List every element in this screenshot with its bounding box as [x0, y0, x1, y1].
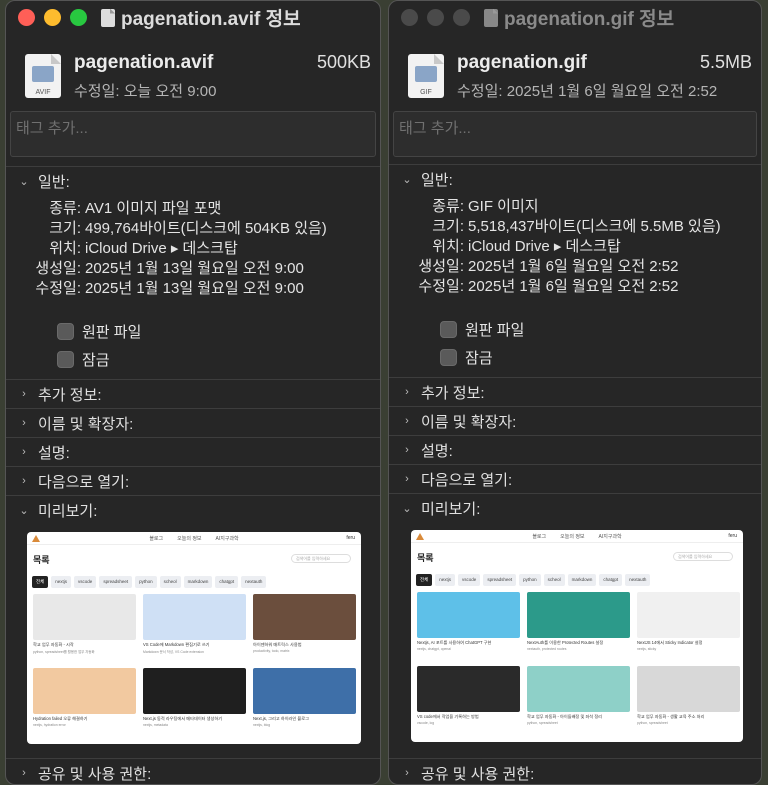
- stationery-checkbox[interactable]: [57, 322, 74, 340]
- tags-field[interactable]: 태그 추가...: [10, 111, 376, 157]
- preview-header[interactable]: ⌄ 미리보기:: [389, 494, 761, 522]
- general-section: ⌄ 일반: 종류: AV1 이미지 파일 포맷 크기: 499,764바이트(디스크…: [6, 166, 380, 379]
- locked-checkbox[interactable]: [57, 350, 74, 368]
- zoom-button[interactable]: [453, 9, 470, 26]
- file-name: pagenation.gif: [457, 52, 587, 73]
- info-modified: 수정일: 2025년 1월 13일 월요일 오전 9:00: [35, 280, 304, 297]
- site-logo: [416, 533, 424, 540]
- title-bar[interactable]: pagenation.gif 정보: [389, 1, 761, 34]
- minimize-button[interactable]: [427, 9, 444, 26]
- file-header: AVIF pagenation.avif 500KB 수정일: 오늘 오전 9:…: [6, 34, 380, 107]
- window-title: pagenation.gif 정보: [504, 9, 675, 30]
- general-section: ⌄ 일반: 종류: GIF 이미지 크기: 5,518,437바이트(디스크에 5.…: [389, 164, 761, 377]
- preview-card-thumbnail: [143, 668, 246, 714]
- general-header[interactable]: ⌄ 일반:: [6, 167, 380, 195]
- preview-card-thumbnail: [527, 592, 630, 638]
- open-with-section[interactable]: › 다음으로 열기:: [389, 464, 761, 493]
- chevron-down-icon: ⌄: [19, 504, 29, 517]
- locked-checkbox-row[interactable]: 잠금: [57, 345, 380, 373]
- chevron-right-icon: ›: [405, 386, 409, 398]
- locked-checkbox[interactable]: [440, 348, 457, 366]
- window-controls: [401, 9, 470, 26]
- file-name: pagenation.avif: [74, 52, 214, 73]
- info-kind: 종류: AV1 이미지 파일 포맷: [49, 200, 222, 217]
- chevron-right-icon: ›: [22, 388, 26, 400]
- chevron-right-icon: ›: [22, 475, 26, 487]
- chevron-down-icon: ⌄: [402, 502, 412, 515]
- preview-card-thumbnail: [417, 666, 520, 712]
- locked-checkbox-row[interactable]: 잠금: [440, 343, 761, 371]
- general-header[interactable]: ⌄ 일반:: [389, 165, 761, 193]
- preview-card-grid: 학교 업무 자동화 - 시작 python, spreadsheet를 활용한 업…: [33, 594, 361, 736]
- file-icon: AVIF: [25, 54, 61, 98]
- preview-image: 블로그 오늘의 정보 AI지구과학 feru 목록 검색어를 입력하세요 전체 nex…: [27, 532, 361, 744]
- window-controls: [18, 9, 87, 26]
- more-info-section[interactable]: › 추가 정보:: [6, 379, 380, 408]
- window-title: pagenation.avif 정보: [121, 9, 301, 30]
- zoom-button[interactable]: [70, 9, 87, 26]
- file-header: GIF pagenation.gif 5.5MB 수정일: 2025년 1월 6…: [389, 34, 761, 107]
- document-icon: [484, 8, 498, 27]
- minimize-button[interactable]: [44, 9, 61, 26]
- chevron-right-icon: ›: [22, 417, 26, 429]
- chevron-right-icon: ›: [22, 446, 26, 458]
- preview-card-thumbnail: [33, 668, 136, 714]
- preview-section: ⌄ 미리보기: 블로그 오늘의 정보 AI지구과학 feru 목록 검색어를 입력하…: [6, 495, 380, 744]
- preview-card-thumbnail: [637, 666, 740, 712]
- preview-card-thumbnail: [33, 594, 136, 640]
- chevron-down-icon: ⌄: [19, 175, 29, 188]
- site-logo: [32, 535, 40, 542]
- info-where: 위치: iCloud Drive ▸ 데스크탑: [432, 238, 621, 255]
- preview-card-thumbnail: [527, 666, 630, 712]
- preview-card-thumbnail: [637, 592, 740, 638]
- info-modified: 수정일: 2025년 1월 6일 월요일 오전 2:52: [418, 278, 679, 295]
- title-bar[interactable]: pagenation.avif 정보: [6, 1, 380, 34]
- info-window-avif: pagenation.avif 정보 AVIF pagenation.avif …: [5, 0, 381, 785]
- file-size: 500KB: [316, 52, 371, 72]
- info-window-gif: pagenation.gif 정보 GIF pagenation.gif 5.5…: [388, 0, 762, 785]
- chevron-right-icon: ›: [22, 767, 26, 779]
- chevron-right-icon: ›: [405, 415, 409, 427]
- info-size: 크기: 499,764바이트(디스크에 504KB 있음): [49, 220, 327, 237]
- info-created: 생성일: 2025년 1월 6일 월요일 오전 2:52: [418, 258, 679, 275]
- info-created: 생성일: 2025년 1월 13일 월요일 오전 9:00: [35, 260, 304, 277]
- info-size: 크기: 5,518,437바이트(디스크에 5.5MB 있음): [432, 218, 721, 235]
- preview-card-thumbnail: [143, 594, 246, 640]
- sharing-section[interactable]: › 공유 및 사용 권한:: [6, 758, 380, 784]
- stationery-checkbox[interactable]: [440, 320, 457, 338]
- name-extension-section[interactable]: › 이름 및 확장자:: [389, 406, 761, 435]
- close-button[interactable]: [401, 9, 418, 26]
- chevron-down-icon: ⌄: [402, 173, 412, 186]
- more-info-section[interactable]: › 추가 정보:: [389, 377, 761, 406]
- modified-date: 수정일: 2025년 1월 6일 월요일 오전 2:52: [457, 83, 718, 100]
- chevron-right-icon: ›: [405, 444, 409, 456]
- close-button[interactable]: [18, 9, 35, 26]
- preview-card-thumbnail: [253, 668, 356, 714]
- preview-image: 블로그 오늘의 정보 AI지구과학 feru 목록 검색어를 입력하세요 전체 nex…: [411, 530, 743, 742]
- document-icon: [101, 8, 115, 27]
- comments-section[interactable]: › 설명:: [6, 437, 380, 466]
- tags-field[interactable]: 태그 추가...: [393, 111, 757, 157]
- stationery-checkbox-row[interactable]: 원판 파일: [440, 315, 761, 343]
- sharing-section[interactable]: › 공유 및 사용 권한:: [389, 758, 761, 784]
- file-icon: GIF: [408, 54, 444, 98]
- preview-card-grid: Nextjs, AI 포트를 사용하여 ChatGPT 구현 nextjs, ch…: [417, 592, 743, 734]
- chevron-right-icon: ›: [405, 473, 409, 485]
- preview-header[interactable]: ⌄ 미리보기:: [6, 496, 380, 524]
- name-extension-section[interactable]: › 이름 및 확장자:: [6, 408, 380, 437]
- chevron-right-icon: ›: [405, 767, 409, 779]
- preview-card-thumbnail: [253, 594, 356, 640]
- file-size: 5.5MB: [699, 52, 752, 72]
- stationery-checkbox-row[interactable]: 원판 파일: [57, 317, 380, 345]
- info-kind: 종류: GIF 이미지: [432, 198, 539, 215]
- info-where: 위치: iCloud Drive ▸ 데스크탑: [49, 240, 238, 257]
- open-with-section[interactable]: › 다음으로 열기:: [6, 466, 380, 495]
- modified-date: 수정일: 오늘 오전 9:00: [74, 83, 217, 100]
- preview-section: ⌄ 미리보기: 블로그 오늘의 정보 AI지구과학 feru 목록 검색어를 입력하…: [389, 493, 761, 742]
- comments-section[interactable]: › 설명:: [389, 435, 761, 464]
- preview-card-thumbnail: [417, 592, 520, 638]
